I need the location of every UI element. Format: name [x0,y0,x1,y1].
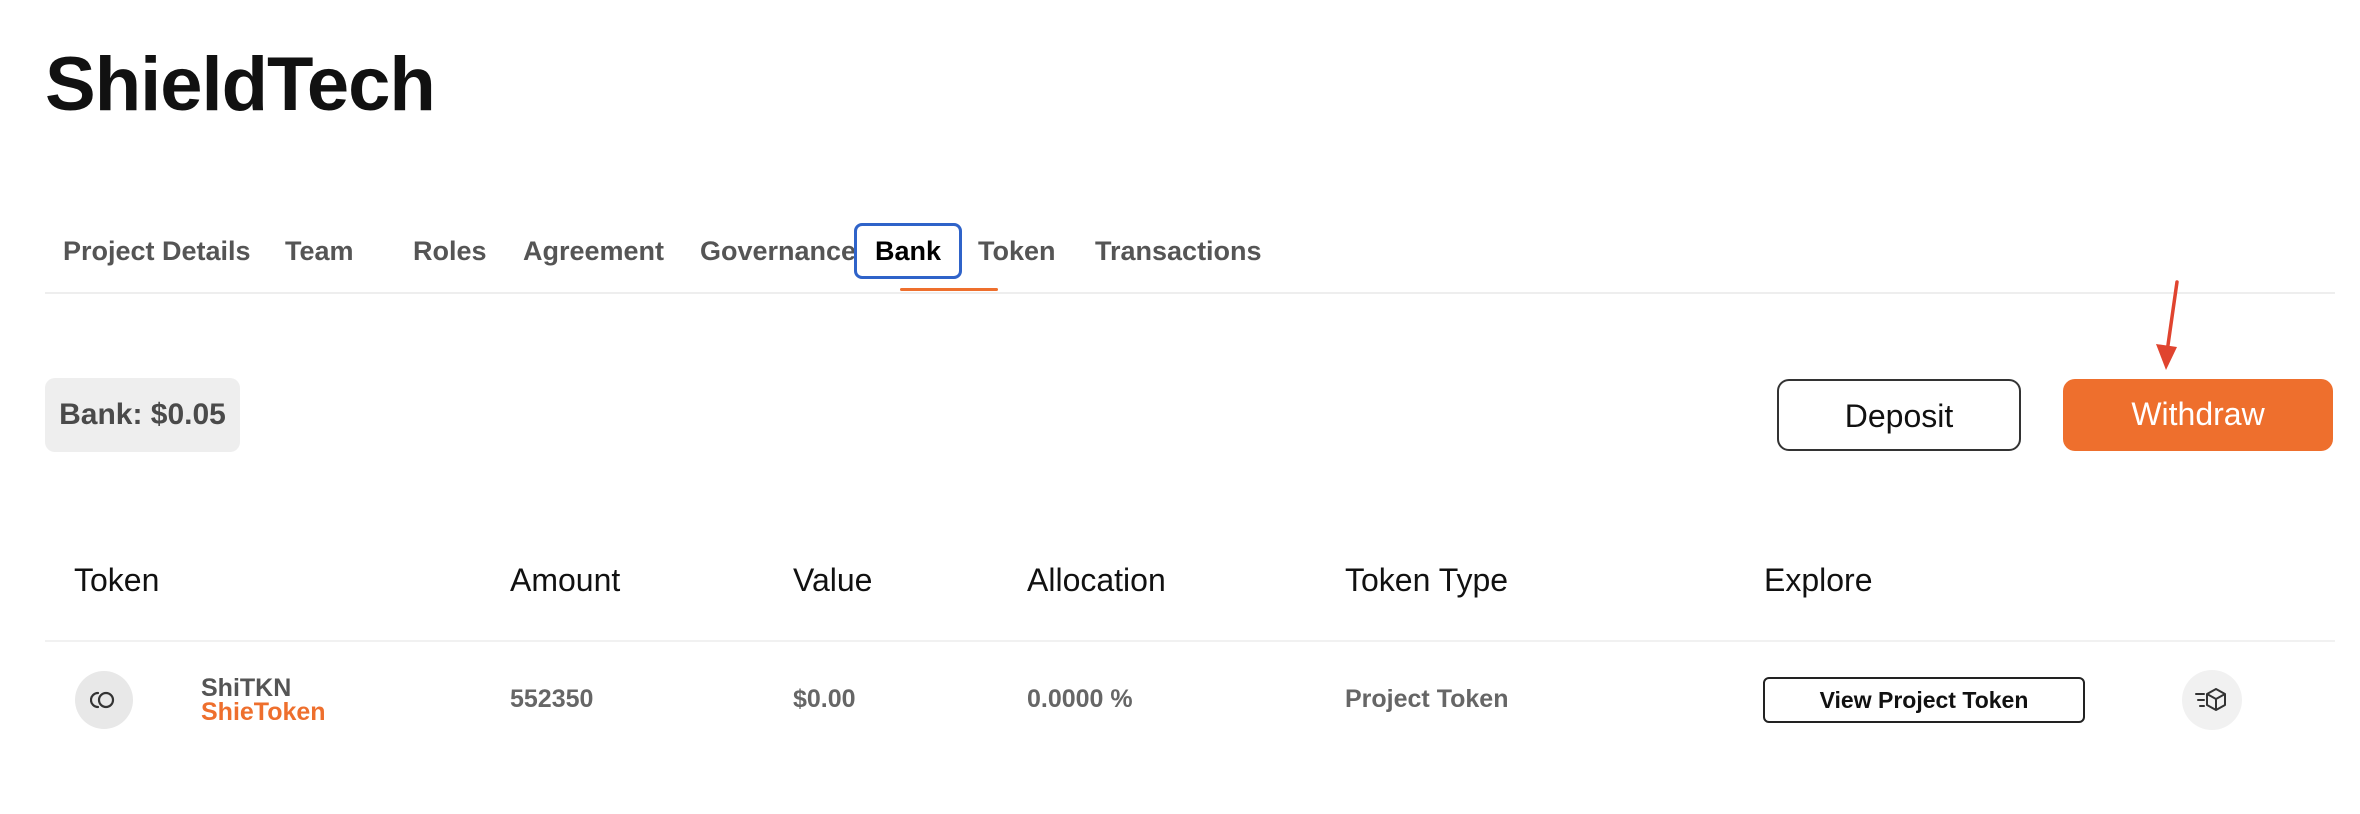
column-header-amount: Amount [510,562,621,598]
tab-roles[interactable]: Roles [395,223,505,279]
column-header-token: Token [74,562,160,598]
column-header-value: Value [793,562,873,598]
annotation-arrow-icon [2156,280,2179,370]
token-name: ShieToken [201,698,326,726]
column-header-explore: Explore [1764,562,1873,598]
tab-project-details[interactable]: Project Details [45,223,269,279]
token-allocation: 0.0000 % [1027,685,1133,713]
active-tab-indicator [900,288,998,291]
token-amount: 552350 [510,685,594,713]
tab-transactions[interactable]: Transactions [1077,223,1280,279]
column-header-allocation: Allocation [1027,562,1166,598]
project-tabs: Project Details Team Roles Agreement Gov… [45,220,2335,294]
tab-governance[interactable]: Governance [682,223,874,279]
column-header-token-type: Token Type [1345,562,1509,598]
token-value: $0.00 [793,685,856,713]
tab-agreement[interactable]: Agreement [505,223,682,279]
tab-bank[interactable]: Bank [854,223,963,279]
block-explorer-icon[interactable] [2182,670,2242,730]
token-coin-icon [75,671,133,729]
tab-token[interactable]: Token [960,223,1074,279]
deposit-button[interactable]: Deposit [1777,379,2021,451]
token-type: Project Token [1345,685,1509,713]
page-title: ShieldTech [45,42,436,127]
tab-team[interactable]: Team [267,223,372,279]
withdraw-button[interactable]: Withdraw [2063,379,2333,451]
bank-page: ShieldTech Project Details Team Roles Ag… [0,0,2360,814]
table-divider [45,640,2335,642]
bank-balance-badge: Bank: $0.05 [45,378,240,452]
view-project-token-button[interactable]: View Project Token [1763,677,2085,723]
